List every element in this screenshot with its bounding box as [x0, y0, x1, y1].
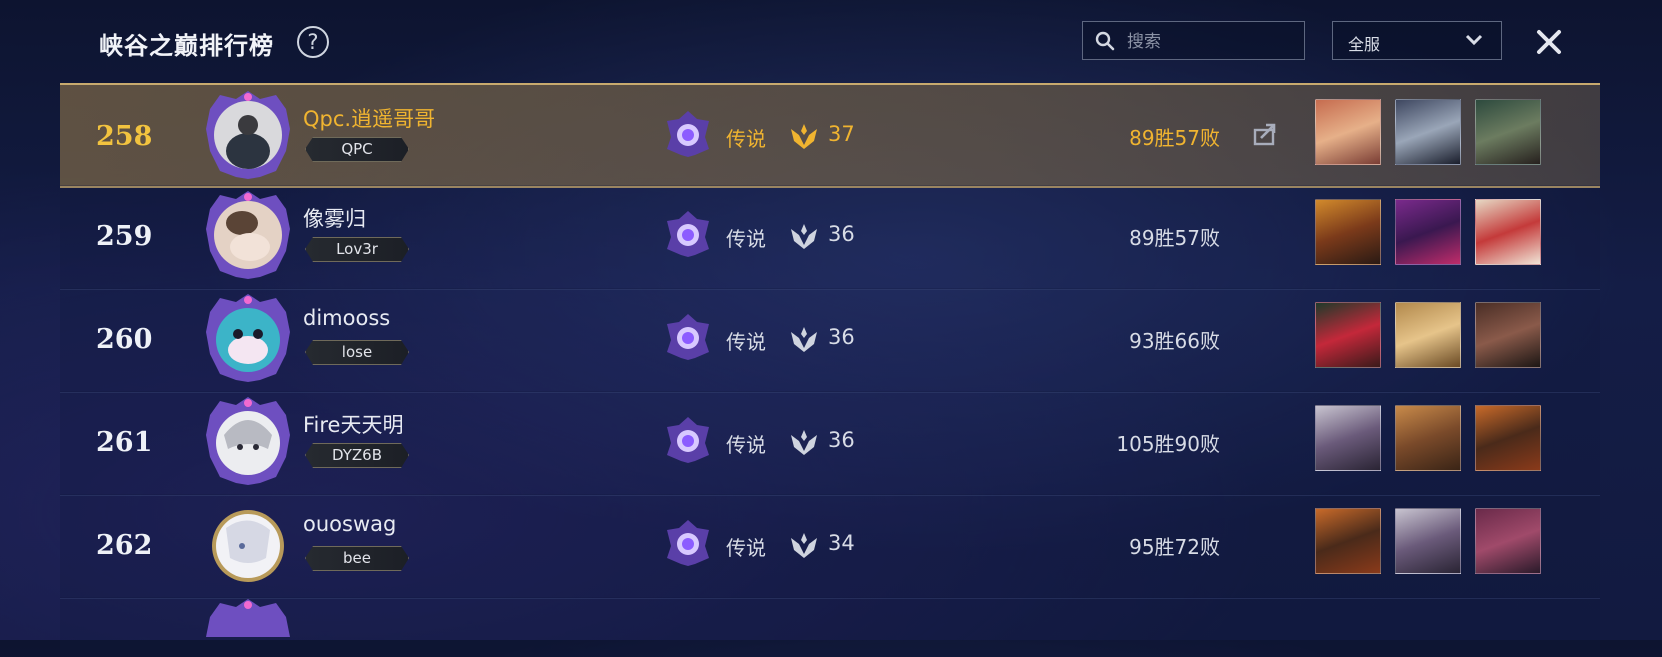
leaderboard-row[interactable]: 258 Qpc.逍遥哥哥 QPC 传说 37 89胜57败 — [60, 83, 1600, 188]
win-loss-record: 105胜90败 — [1116, 432, 1220, 456]
win-loss-record: 95胜72败 — [1129, 535, 1220, 559]
chevron-down-icon — [1465, 34, 1483, 46]
header: 峡谷之巅排行榜 ? 全服 — [0, 0, 1662, 82]
avatar[interactable] — [202, 292, 294, 384]
player-name[interactable]: Qpc.逍遥哥哥 — [303, 103, 435, 133]
tier-label: 传说 — [726, 227, 766, 251]
tier-label: 传说 — [726, 536, 766, 560]
avatar — [206, 599, 290, 637]
avatar[interactable] — [202, 498, 294, 590]
win-loss-record: 93胜66败 — [1129, 329, 1220, 353]
champion-portrait[interactable] — [1315, 199, 1381, 265]
tier-emblem-icon — [667, 211, 709, 257]
leaderboard-row[interactable]: 260 dimooss lose 传说 36 93胜66败 — [60, 288, 1600, 393]
avatar[interactable] — [202, 395, 294, 487]
laurel-icon — [791, 224, 817, 249]
player-name[interactable]: Fire天天明 — [303, 409, 403, 439]
tier-emblem-icon — [667, 314, 709, 360]
player-name[interactable]: 像雾归 — [303, 203, 366, 233]
laurel-icon — [791, 430, 817, 455]
close-icon[interactable] — [1535, 28, 1563, 56]
points: 36 — [828, 222, 855, 246]
search-icon — [1095, 31, 1115, 51]
leaderboard-row[interactable]: 261 Fire天天明 DYZ6B 传说 36 105胜90败 — [60, 391, 1600, 496]
rank-number: 262 — [96, 530, 153, 561]
rank-number: 261 — [96, 427, 153, 458]
help-icon[interactable]: ? — [297, 26, 329, 58]
tier-label: 传说 — [726, 330, 766, 354]
recent-champions — [1315, 405, 1565, 473]
laurel-icon — [791, 327, 817, 352]
tier-emblem-icon — [667, 520, 709, 566]
champion-portrait[interactable] — [1395, 302, 1461, 368]
player-tag: bee — [305, 546, 409, 571]
champion-portrait[interactable] — [1395, 405, 1461, 471]
champion-portrait[interactable] — [1315, 99, 1381, 165]
search-box[interactable] — [1082, 21, 1305, 61]
leaderboard-row[interactable]: 262 ouoswag bee 传说 34 95胜72败 — [60, 494, 1600, 599]
points: 34 — [828, 531, 855, 555]
recent-champions — [1315, 99, 1565, 167]
win-loss-record: 89胜57败 — [1129, 126, 1220, 150]
player-name[interactable]: ouoswag — [303, 512, 396, 536]
champion-portrait[interactable] — [1315, 405, 1381, 471]
champion-portrait[interactable] — [1315, 302, 1381, 368]
avatar[interactable] — [202, 189, 294, 281]
player-tag: lose — [305, 340, 409, 365]
player-tag: DYZ6B — [305, 443, 409, 468]
champion-portrait[interactable] — [1315, 508, 1381, 574]
region-select-value: 全服 — [1348, 35, 1381, 54]
laurel-icon — [791, 533, 817, 558]
champion-portrait[interactable] — [1395, 99, 1461, 165]
champion-portrait[interactable] — [1475, 99, 1541, 165]
tier-label: 传说 — [726, 127, 766, 151]
champion-portrait[interactable] — [1475, 405, 1541, 471]
player-name[interactable]: dimooss — [303, 306, 390, 330]
champion-portrait[interactable] — [1475, 302, 1541, 368]
tier-label: 传说 — [726, 433, 766, 457]
rank-number: 259 — [96, 221, 153, 252]
avatar[interactable] — [202, 89, 294, 181]
region-select[interactable]: 全服 — [1332, 21, 1502, 60]
search-input[interactable] — [1125, 22, 1304, 61]
leaderboard-row-partial — [60, 597, 1600, 657]
player-tag: Lov3r — [305, 237, 409, 262]
leaderboard-list: 258 Qpc.逍遥哥哥 QPC 传说 37 89胜57败 259 像雾归 Lo… — [60, 83, 1600, 657]
points: 36 — [828, 428, 855, 452]
rank-number: 258 — [96, 121, 153, 152]
player-tag: QPC — [305, 137, 409, 162]
champion-portrait[interactable] — [1475, 508, 1541, 574]
share-icon[interactable] — [1253, 122, 1279, 146]
points: 36 — [828, 325, 855, 349]
laurel-icon — [791, 124, 817, 149]
tier-emblem-icon — [667, 111, 709, 157]
recent-champions — [1315, 508, 1565, 576]
leaderboard-row[interactable]: 259 像雾归 Lov3r 传说 36 89胜57败 — [60, 185, 1600, 290]
rank-number: 260 — [96, 324, 153, 355]
win-loss-record: 89胜57败 — [1129, 226, 1220, 250]
points: 37 — [828, 122, 855, 146]
page-title: 峡谷之巅排行榜 — [99, 32, 274, 60]
tier-emblem-icon — [667, 417, 709, 463]
recent-champions — [1315, 199, 1565, 267]
champion-portrait[interactable] — [1395, 199, 1461, 265]
recent-champions — [1315, 302, 1565, 370]
champion-portrait[interactable] — [1475, 199, 1541, 265]
champion-portrait[interactable] — [1395, 508, 1461, 574]
